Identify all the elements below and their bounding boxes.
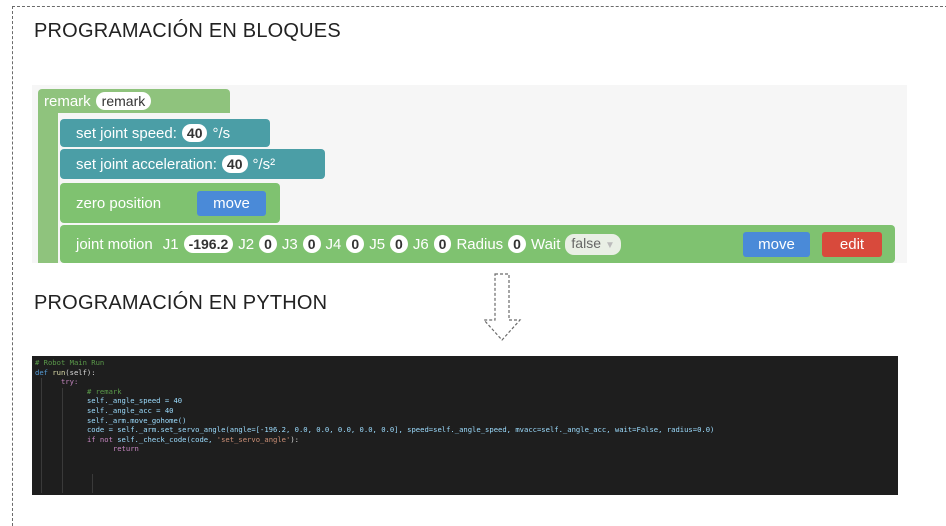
speed-label: set joint speed: [76, 124, 177, 142]
indent-guide [92, 474, 93, 493]
remark-label: remark [44, 92, 91, 110]
code-line: return [112, 444, 139, 454]
joint-move-button[interactable]: move [743, 232, 810, 257]
j4-label: J4 [325, 235, 342, 253]
code-line: code = self._arm.set_servo_angle(angle=[… [86, 425, 715, 435]
code-line: self._angle_speed = 40 [86, 396, 183, 406]
code-line: if not self._check_code(code, 'set_servo… [86, 434, 299, 444]
joint-edit-button[interactable]: edit [822, 232, 882, 257]
j3-field[interactable]: 0 [302, 235, 321, 253]
zero-label: zero position [76, 194, 162, 212]
code-line: self._angle_acc = 40 [86, 405, 174, 415]
code-line: # remark [86, 386, 122, 396]
wait-dropdown[interactable]: false ▼ [565, 233, 621, 255]
wait-label: Wait [530, 235, 561, 253]
j6-label: J6 [412, 235, 429, 253]
acc-label: set joint acceleration: [76, 155, 217, 173]
code-line: self._arm.move_gohome() [86, 415, 187, 425]
remark-field[interactable]: remark [95, 92, 152, 110]
python-code-panel: # Robot Main Run def run(self): try: # r… [32, 356, 898, 495]
set-joint-speed-block[interactable]: set joint speed: 40 °/s [60, 119, 270, 147]
j1-label: J1 [162, 235, 179, 253]
wait-value: false [571, 234, 601, 251]
blocks-heading: PROGRAMACIÓN EN BLOQUES [34, 20, 341, 42]
j1-field[interactable]: -196.2 [183, 235, 234, 253]
j4-field[interactable]: 0 [346, 235, 365, 253]
python-heading: PROGRAMACIÓN EN PYTHON [34, 292, 328, 314]
remark-block[interactable]: remark remark [38, 89, 230, 113]
remark-block-wrap [38, 113, 58, 263]
j2-field[interactable]: 0 [259, 235, 277, 253]
set-joint-acceleration-block[interactable]: set joint acceleration: 40 °/s² [60, 149, 325, 179]
acc-unit: °/s² [252, 155, 276, 173]
chevron-down-icon: ▼ [605, 239, 615, 251]
zero-move-button[interactable]: move [197, 191, 266, 216]
j2-label: J2 [238, 235, 255, 253]
speed-value-field[interactable]: 40 [181, 124, 208, 142]
j3-label: J3 [281, 235, 298, 253]
code-line: def run(self): [35, 367, 96, 377]
j5-label: J5 [369, 235, 386, 253]
joint-label: joint motion [76, 235, 153, 253]
speed-unit: °/s [212, 124, 231, 142]
indent-guide [41, 378, 42, 493]
acc-value-field[interactable]: 40 [221, 155, 248, 173]
radius-label: Radius [456, 235, 504, 253]
j5-field[interactable]: 0 [390, 235, 408, 253]
dashed-down-arrow-icon [482, 273, 522, 341]
code-line: try: [60, 377, 79, 387]
radius-field[interactable]: 0 [508, 235, 526, 253]
code-line: # Robot Main Run [35, 358, 105, 367]
j6-field[interactable]: 0 [433, 235, 452, 253]
indent-guide [62, 388, 63, 493]
